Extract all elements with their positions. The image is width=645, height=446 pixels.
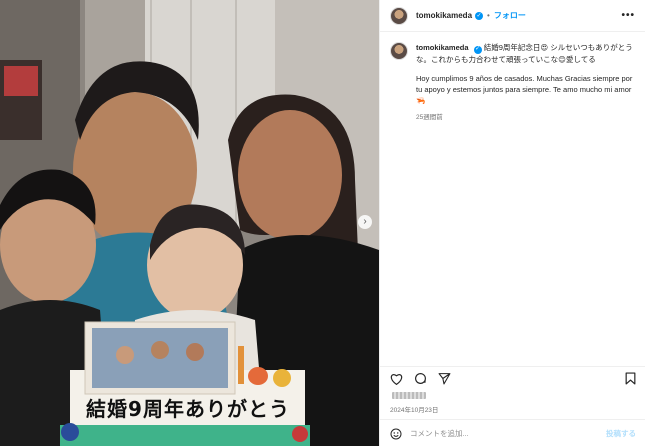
comment-input[interactable]: [410, 428, 580, 438]
caption-avatar[interactable]: [390, 42, 408, 60]
caption: tomokikameda ✓ 結婚9周年記念日😍 シルセいつもありがとうな。これ…: [380, 32, 645, 123]
comment-icon[interactable]: [412, 371, 428, 387]
post-header: tomokikameda ✓ • フォロー •••: [380, 0, 645, 32]
separator-dot: •: [487, 11, 490, 20]
more-options-icon[interactable]: •••: [621, 10, 635, 21]
post-sidebar: tomokikameda ✓ • フォロー ••• tomokikameda ✓…: [379, 0, 645, 446]
post-photo[interactable]: 結婚9周年ありがとう ›: [0, 0, 379, 446]
caption-text-es: Hoy cumplimos 9 años de casados. Muchas …: [416, 73, 633, 105]
action-bar: [380, 366, 645, 390]
verified-badge-icon: ✓: [473, 45, 482, 54]
avatar[interactable]: [390, 6, 408, 25]
caption-username[interactable]: tomokikameda: [416, 43, 469, 52]
verified-badge-icon: ✓: [475, 11, 484, 20]
post-comment-button[interactable]: 投稿する: [606, 428, 636, 439]
heart-icon[interactable]: [388, 371, 404, 387]
post-time-ago[interactable]: 25週間前: [416, 112, 635, 123]
post-date: 2024年10月23日: [390, 407, 439, 414]
emoji-icon[interactable]: [390, 427, 402, 440]
username-link[interactable]: tomokikameda: [416, 11, 472, 20]
chevron-right-icon: ›: [363, 216, 367, 227]
comment-bar: 投稿する: [380, 419, 645, 446]
next-photo-button[interactable]: ›: [358, 215, 372, 229]
family-photo-illustration: [0, 0, 379, 446]
bookmark-icon[interactable]: [622, 371, 638, 387]
follow-button[interactable]: フォロー: [494, 10, 526, 21]
cake-message: 結婚9周年ありがとう: [86, 397, 290, 421]
likes-count[interactable]: [390, 392, 428, 399]
blurred-likes: [392, 392, 426, 399]
share-icon[interactable]: [436, 371, 452, 387]
